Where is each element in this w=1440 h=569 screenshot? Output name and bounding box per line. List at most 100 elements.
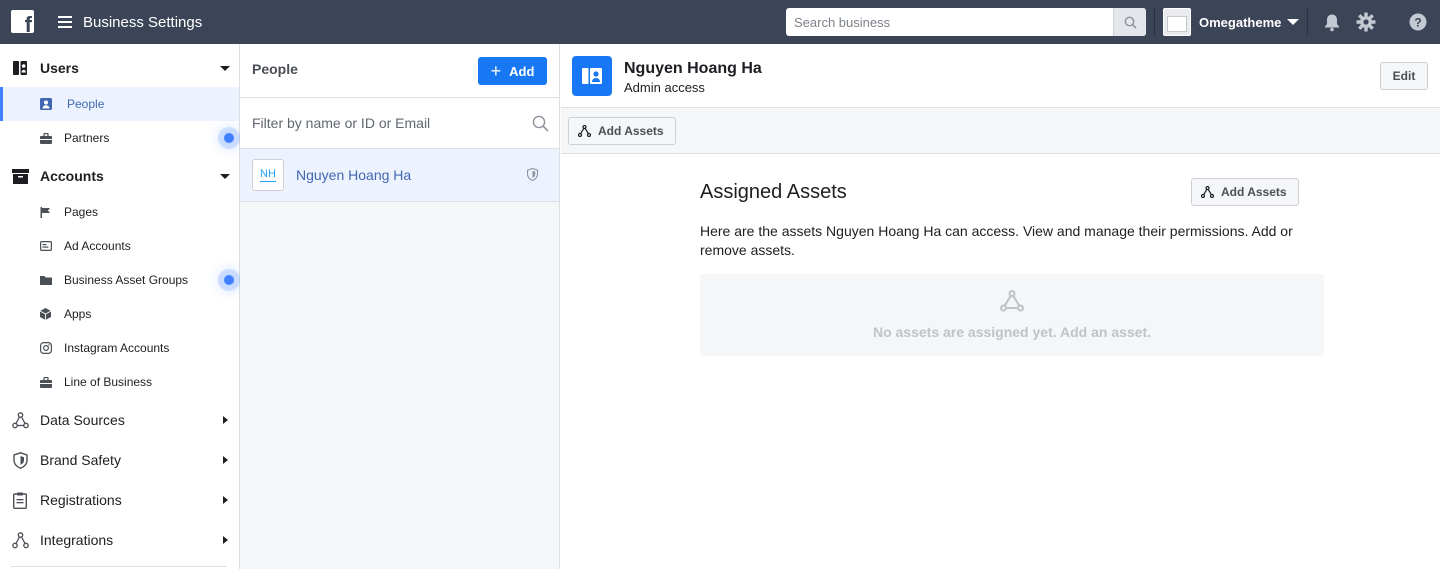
shield-icon bbox=[11, 451, 29, 469]
sidebar: Users People Partners Accounts Pages Ad … bbox=[0, 44, 240, 569]
sidebar-item-business-asset-groups[interactable]: Business Asset Groups bbox=[0, 263, 239, 297]
search-icon bbox=[532, 115, 549, 132]
sidebar-item-ad-accounts[interactable]: Ad Accounts bbox=[0, 229, 239, 263]
menu-icon[interactable] bbox=[58, 16, 72, 28]
users-icon bbox=[11, 59, 29, 77]
chevron-right-icon bbox=[223, 536, 228, 544]
add-assets-button[interactable]: Add Assets bbox=[568, 117, 676, 145]
empty-assets-state: No assets are assigned yet. Add an asset… bbox=[700, 274, 1324, 356]
chevron-down-icon bbox=[220, 65, 230, 71]
search-icon bbox=[1124, 16, 1137, 29]
sidebar-section-label: Brand Safety bbox=[40, 452, 121, 468]
divider bbox=[1154, 8, 1155, 36]
clipboard-icon bbox=[11, 491, 29, 509]
chevron-right-icon bbox=[223, 416, 228, 424]
divider bbox=[1307, 8, 1308, 36]
data-sources-icon bbox=[11, 411, 29, 429]
hotspot-indicator[interactable] bbox=[224, 275, 234, 285]
instagram-icon bbox=[39, 342, 52, 355]
archive-icon bbox=[11, 167, 29, 185]
person-badge-icon bbox=[572, 56, 612, 96]
chevron-right-icon bbox=[223, 496, 228, 504]
sidebar-item-label: Instagram Accounts bbox=[64, 341, 170, 355]
briefcase-icon bbox=[39, 376, 52, 389]
detail-header: Nguyen Hoang Ha Admin access Edit bbox=[561, 44, 1440, 108]
app-title: Business Settings bbox=[83, 14, 203, 31]
empty-state-text: No assets are assigned yet. Add an asset… bbox=[872, 324, 1152, 340]
sidebar-section-registrations[interactable]: Registrations bbox=[0, 483, 239, 517]
svg-text:?: ? bbox=[1414, 16, 1421, 30]
sidebar-section-label: Users bbox=[40, 60, 79, 76]
search-input[interactable] bbox=[786, 8, 1113, 36]
add-assets-label: Add Assets bbox=[1221, 185, 1287, 199]
avatar: NH bbox=[252, 159, 284, 191]
detail-toolbar: Add Assets bbox=[561, 108, 1440, 154]
people-filter bbox=[240, 98, 559, 149]
sidebar-item-label: Partners bbox=[64, 131, 110, 145]
sidebar-item-pages[interactable]: Pages bbox=[0, 195, 239, 229]
sidebar-section-label: Integrations bbox=[40, 532, 114, 548]
help-icon[interactable]: ? bbox=[1408, 12, 1428, 32]
add-assets-button[interactable]: Add Assets bbox=[1191, 178, 1299, 206]
sidebar-item-instagram-accounts[interactable]: Instagram Accounts bbox=[0, 331, 239, 365]
add-person-button[interactable]: + Add bbox=[478, 57, 547, 85]
list-item[interactable]: NH Nguyen Hoang Ha bbox=[240, 149, 559, 202]
ad-account-icon bbox=[39, 240, 52, 253]
sidebar-item-label: Business Asset Groups bbox=[64, 273, 189, 287]
add-button-label: Add bbox=[509, 63, 535, 79]
assigned-assets-title: Assigned Assets bbox=[700, 181, 847, 203]
access-level: Admin access bbox=[624, 80, 705, 95]
divider bbox=[11, 566, 227, 567]
sidebar-item-label: Apps bbox=[64, 307, 92, 321]
sidebar-item-label: Line of Business bbox=[64, 375, 153, 389]
sidebar-section-users[interactable]: Users bbox=[0, 51, 239, 85]
sidebar-item-label: Ad Accounts bbox=[64, 239, 131, 253]
facebook-logo-icon[interactable]: f bbox=[11, 10, 34, 33]
chevron-right-icon bbox=[223, 456, 228, 464]
chevron-down-icon bbox=[1287, 19, 1300, 25]
search-button[interactable] bbox=[1113, 8, 1146, 36]
sidebar-section-data-sources[interactable]: Data Sources bbox=[0, 403, 239, 437]
person-name: Nguyen Hoang Ha bbox=[296, 167, 412, 183]
sidebar-item-people[interactable]: People bbox=[0, 87, 239, 121]
sidebar-item-partners[interactable]: Partners bbox=[0, 121, 239, 155]
edit-button[interactable]: Edit bbox=[1380, 62, 1428, 90]
assets-icon bbox=[1201, 186, 1214, 198]
person-name: Nguyen Hoang Ha bbox=[624, 60, 762, 77]
sidebar-section-accounts[interactable]: Accounts bbox=[0, 159, 239, 193]
sidebar-section-label: Data Sources bbox=[40, 412, 125, 428]
sidebar-item-label: People bbox=[67, 97, 105, 111]
sidebar-section-label: Registrations bbox=[40, 492, 122, 508]
search-bar bbox=[786, 8, 1146, 36]
admin-shield-icon bbox=[527, 168, 538, 181]
integrations-icon bbox=[11, 531, 29, 549]
sidebar-item-line-of-business[interactable]: Line of Business bbox=[0, 365, 239, 399]
sidebar-section-brand-safety[interactable]: Brand Safety bbox=[0, 443, 239, 477]
account-switcher[interactable]: Omegatheme bbox=[1163, 8, 1300, 36]
person-icon bbox=[39, 98, 52, 111]
people-title: People bbox=[252, 61, 298, 77]
sidebar-section-integrations[interactable]: Integrations bbox=[0, 523, 239, 557]
assets-icon bbox=[578, 125, 591, 137]
sidebar-item-label: Pages bbox=[64, 205, 99, 219]
gear-icon[interactable] bbox=[1356, 12, 1376, 32]
bell-icon[interactable] bbox=[1322, 12, 1342, 32]
people-header: People + Add bbox=[240, 44, 559, 98]
sidebar-section-label: Accounts bbox=[40, 168, 104, 184]
briefcase-icon bbox=[39, 132, 52, 145]
sidebar-item-apps[interactable]: Apps bbox=[0, 297, 239, 331]
filter-input[interactable] bbox=[240, 98, 520, 148]
hotspot-indicator[interactable] bbox=[224, 133, 234, 143]
assets-icon bbox=[1000, 290, 1024, 312]
folder-icon bbox=[39, 274, 52, 287]
plus-icon: + bbox=[490, 61, 502, 81]
people-panel: People + Add NH Nguyen Hoang Ha bbox=[240, 44, 560, 569]
account-name: Omegatheme bbox=[1199, 14, 1282, 30]
flag-icon bbox=[39, 206, 52, 219]
cube-icon bbox=[39, 308, 52, 321]
account-thumbnail bbox=[1163, 8, 1191, 36]
add-assets-label: Add Assets bbox=[598, 124, 664, 138]
top-bar: f Business Settings Omegatheme ? bbox=[0, 0, 1440, 44]
chevron-down-icon bbox=[220, 173, 230, 179]
detail-panel: Nguyen Hoang Ha Admin access Edit Add As… bbox=[561, 44, 1440, 569]
